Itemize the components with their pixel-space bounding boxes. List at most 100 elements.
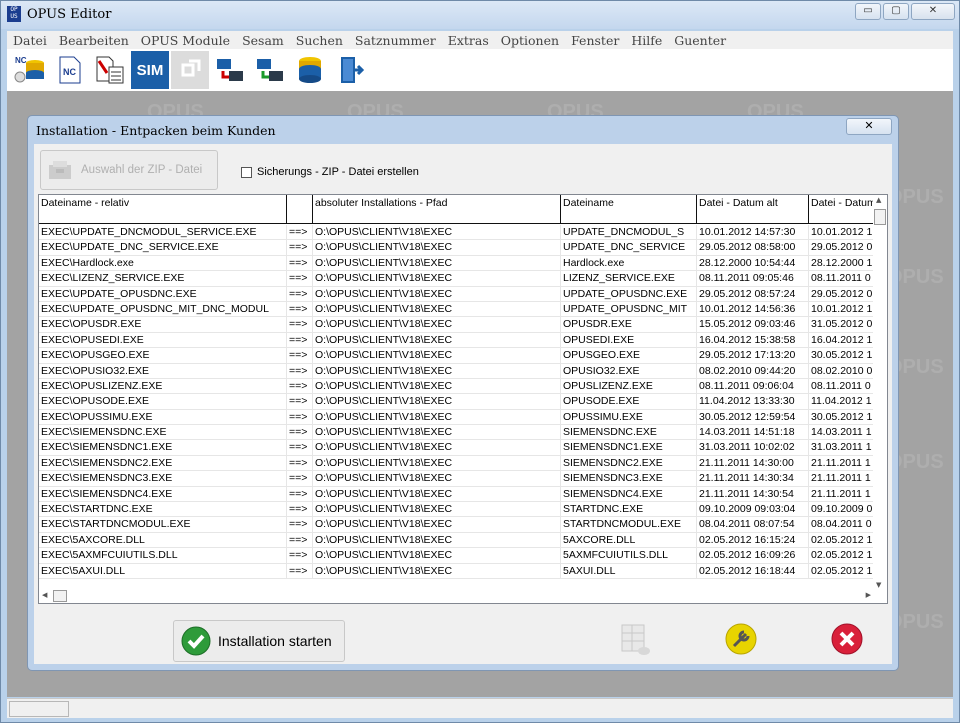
cell-relative-name: EXEC\SIEMENSDNC4.EXE bbox=[39, 486, 287, 502]
table-row[interactable]: EXEC\OPUSGEO.EXE ==> O:\OPUS\CLIENT\V18\EX… bbox=[39, 348, 879, 364]
table-row[interactable]: EXEC\STARTDNC.EXE ==> O:\OPUS\CLIENT\V18\E… bbox=[39, 502, 879, 518]
cell-install-path: O:\OPUS\CLIENT\V18\EXEC bbox=[313, 563, 561, 579]
sim-icon[interactable]: SIM bbox=[131, 51, 169, 89]
cell-date-new: 09.10.2009 0 bbox=[809, 502, 879, 518]
menu-bar: Datei Bearbeiten OPUS Module Sesam Suche… bbox=[7, 31, 953, 49]
table-row[interactable]: EXEC\OPUSSIMU.EXE ==> O:\OPUS\CLIENT\V18\E… bbox=[39, 409, 879, 426]
cell-relative-name: EXEC\5AXMFCUIUTILS.DLL bbox=[39, 548, 287, 564]
title-bar[interactable]: OP US OPUS Editor ▭ ▢ ✕ bbox=[1, 1, 959, 29]
cell-filename: STARTDNC.EXE bbox=[561, 502, 697, 518]
cell-date-old: 29.05.2012 17:13:20 bbox=[697, 348, 809, 364]
table-row[interactable]: EXEC\UPDATE_OPUSDNC.EXE ==> O:\OPUS\CLIENT… bbox=[39, 286, 879, 302]
menu-fenster[interactable]: Fenster bbox=[565, 33, 625, 48]
table-row[interactable]: EXEC\SIEMENSDNC3.EXE ==> O:\OPUS\CLIENT\V1… bbox=[39, 471, 879, 487]
table-row[interactable]: EXEC\UPDATE_OPUSDNC_MIT_DNC_MODUL ==> O:\O… bbox=[39, 301, 879, 318]
cell-date-new: 02.05.2012 1 bbox=[809, 532, 879, 548]
col-header-filename[interactable]: Dateiname bbox=[561, 195, 697, 224]
table-row[interactable]: EXEC\5AXMFCUIUTILS.DLL ==> O:\OPUS\CLIENT\… bbox=[39, 548, 879, 564]
cell-arrow: ==> bbox=[287, 271, 313, 287]
scroll-left-icon[interactable]: ◀ bbox=[42, 591, 47, 599]
menu-hilfe[interactable]: Hilfe bbox=[625, 33, 668, 48]
table-row[interactable]: EXEC\SIEMENSDNC1.EXE ==> O:\OPUS\CLIENT\V1… bbox=[39, 440, 879, 456]
cell-install-path: O:\OPUS\CLIENT\V18\EXEC bbox=[313, 486, 561, 502]
col-header-relative-name[interactable]: Dateiname - relativ bbox=[39, 195, 287, 224]
menu-satznummer[interactable]: Satznummer bbox=[349, 33, 442, 48]
table-row[interactable]: EXEC\Hardlock.exe ==> O:\OPUS\CLIENT\V18\E… bbox=[39, 255, 879, 272]
cell-install-path: O:\OPUS\CLIENT\V18\EXEC bbox=[313, 317, 561, 333]
menu-extras[interactable]: Extras bbox=[442, 33, 495, 48]
cell-relative-name: EXEC\OPUSGEO.EXE bbox=[39, 348, 287, 364]
minimize-button[interactable]: ▭ bbox=[855, 3, 881, 20]
menu-guenter[interactable]: Guenter bbox=[668, 33, 732, 48]
table-row[interactable]: EXEC\5AXUI.DLL ==> O:\OPUS\CLIENT\V18\EXEC… bbox=[39, 563, 879, 579]
cell-install-path: O:\OPUS\CLIENT\V18\EXEC bbox=[313, 378, 561, 394]
menu-suchen[interactable]: Suchen bbox=[290, 33, 349, 48]
table-row[interactable]: EXEC\UPDATE_DNC_SERVICE.EXE ==> O:\OPUS\CL… bbox=[39, 240, 879, 256]
cell-date-new: 08.11.2011 0 bbox=[809, 378, 879, 394]
horizontal-scrollbar[interactable]: ◀ ▶ bbox=[39, 589, 875, 603]
start-installation-button[interactable]: Installation starten bbox=[173, 620, 345, 662]
cell-arrow: ==> bbox=[287, 240, 313, 256]
cell-arrow: ==> bbox=[287, 440, 313, 456]
nc-database-icon[interactable]: NC bbox=[11, 51, 49, 89]
zip-select-button[interactable]: Auswahl der ZIP - Datei bbox=[40, 150, 218, 190]
file-grid[interactable]: Dateiname - relativ absoluter Installati… bbox=[38, 194, 888, 604]
cell-filename: UPDATE_DNCMODUL_S bbox=[561, 225, 697, 240]
table-row[interactable]: EXEC\OPUSIO32.EXE ==> O:\OPUS\CLIENT\V18\E… bbox=[39, 363, 879, 379]
cell-filename: LIZENZ_SERVICE.EXE bbox=[561, 271, 697, 287]
backup-zip-checkbox[interactable]: Sicherungs - ZIP - Datei erstellen bbox=[241, 166, 419, 178]
table-row[interactable]: EXEC\OPUSODE.EXE ==> O:\OPUS\CLIENT\V18\EX… bbox=[39, 394, 879, 410]
cell-relative-name: EXEC\LIZENZ_SERVICE.EXE bbox=[39, 271, 287, 287]
menu-opus-module[interactable]: OPUS Module bbox=[135, 33, 236, 48]
cell-arrow: ==> bbox=[287, 348, 313, 364]
cell-filename: SIEMENSDNC2.EXE bbox=[561, 455, 697, 471]
cell-date-old: 10.01.2012 14:56:36 bbox=[697, 301, 809, 317]
network-receive-icon[interactable] bbox=[251, 51, 289, 89]
horizontal-scroll-thumb[interactable] bbox=[53, 590, 67, 602]
exit-icon[interactable] bbox=[331, 51, 369, 89]
table-row[interactable]: EXEC\UPDATE_DNCMODUL_SERVICE.EXE ==> O:\OP… bbox=[39, 225, 879, 241]
menu-sesam[interactable]: Sesam bbox=[236, 33, 290, 48]
table-row[interactable]: EXEC\OPUSDR.EXE ==> O:\OPUS\CLIENT\V18\EXE… bbox=[39, 317, 879, 333]
col-header-install-path[interactable]: absoluter Installations - Pfad bbox=[313, 195, 561, 224]
cell-relative-name: EXEC\OPUSLIZENZ.EXE bbox=[39, 378, 287, 394]
maximize-button[interactable]: ▢ bbox=[883, 3, 909, 20]
menu-optionen[interactable]: Optionen bbox=[495, 33, 565, 48]
network-send-icon[interactable] bbox=[211, 51, 249, 89]
dialog-close-button[interactable]: ✕ bbox=[846, 118, 892, 135]
table-row[interactable]: EXEC\OPUSEDI.EXE ==> O:\OPUS\CLIENT\V18\EX… bbox=[39, 332, 879, 349]
menu-datei[interactable]: Datei bbox=[7, 33, 53, 48]
col-header-arrow[interactable] bbox=[287, 195, 313, 224]
cell-relative-name: EXEC\OPUSEDI.EXE bbox=[39, 332, 287, 348]
tools-icon[interactable] bbox=[724, 622, 758, 656]
menu-bearbeiten[interactable]: Bearbeiten bbox=[53, 33, 135, 48]
scroll-up-icon[interactable]: ▲ bbox=[876, 196, 881, 204]
table-row[interactable]: EXEC\SIEMENSDNC4.EXE ==> O:\OPUS\CLIENT\V1… bbox=[39, 486, 879, 503]
col-header-date-old[interactable]: Datei - Datum alt bbox=[697, 195, 809, 224]
close-button[interactable]: ✕ bbox=[911, 3, 955, 20]
cell-install-path: O:\OPUS\CLIENT\V18\EXEC bbox=[313, 240, 561, 256]
vertical-scroll-thumb[interactable] bbox=[874, 209, 886, 225]
table-row[interactable]: EXEC\OPUSLIZENZ.EXE ==> O:\OPUS\CLIENT\V18… bbox=[39, 378, 879, 395]
col-header-date-new[interactable]: Datei - Datum bbox=[809, 195, 879, 224]
spreadsheet-disabled-icon[interactable] bbox=[618, 622, 652, 656]
nc-code-icon[interactable] bbox=[91, 51, 129, 89]
scroll-down-icon[interactable]: ▼ bbox=[876, 581, 881, 589]
checkbox-box[interactable] bbox=[241, 166, 252, 178]
database-icon[interactable] bbox=[291, 51, 329, 89]
table-row[interactable]: EXEC\STARTDNCMODUL.EXE ==> O:\OPUS\CLIENT\… bbox=[39, 517, 879, 533]
status-panel bbox=[9, 701, 69, 717]
status-bar bbox=[7, 698, 953, 718]
scroll-right-icon[interactable]: ▶ bbox=[866, 591, 871, 599]
cancel-icon[interactable] bbox=[830, 622, 864, 656]
cell-date-old: 08.11.2011 09:05:46 bbox=[697, 271, 809, 287]
table-row[interactable]: EXEC\SIEMENSDNC.EXE ==> O:\OPUS\CLIENT\V18… bbox=[39, 425, 879, 441]
cell-date-new: 08.04.2011 0 bbox=[809, 517, 879, 533]
vertical-scrollbar[interactable]: ▲ ▼ bbox=[873, 195, 887, 590]
transfer-disabled-icon[interactable] bbox=[171, 51, 209, 89]
table-row[interactable]: EXEC\SIEMENSDNC2.EXE ==> O:\OPUS\CLIENT\V1… bbox=[39, 455, 879, 472]
table-row[interactable]: EXEC\LIZENZ_SERVICE.EXE ==> O:\OPUS\CLIENT… bbox=[39, 271, 879, 287]
table-row[interactable]: EXEC\5AXCORE.DLL ==> O:\OPUS\CLIENT\V18\EX… bbox=[39, 532, 879, 549]
nc-file-icon[interactable]: NC bbox=[51, 51, 89, 89]
cell-date-old: 16.04.2012 15:38:58 bbox=[697, 332, 809, 348]
